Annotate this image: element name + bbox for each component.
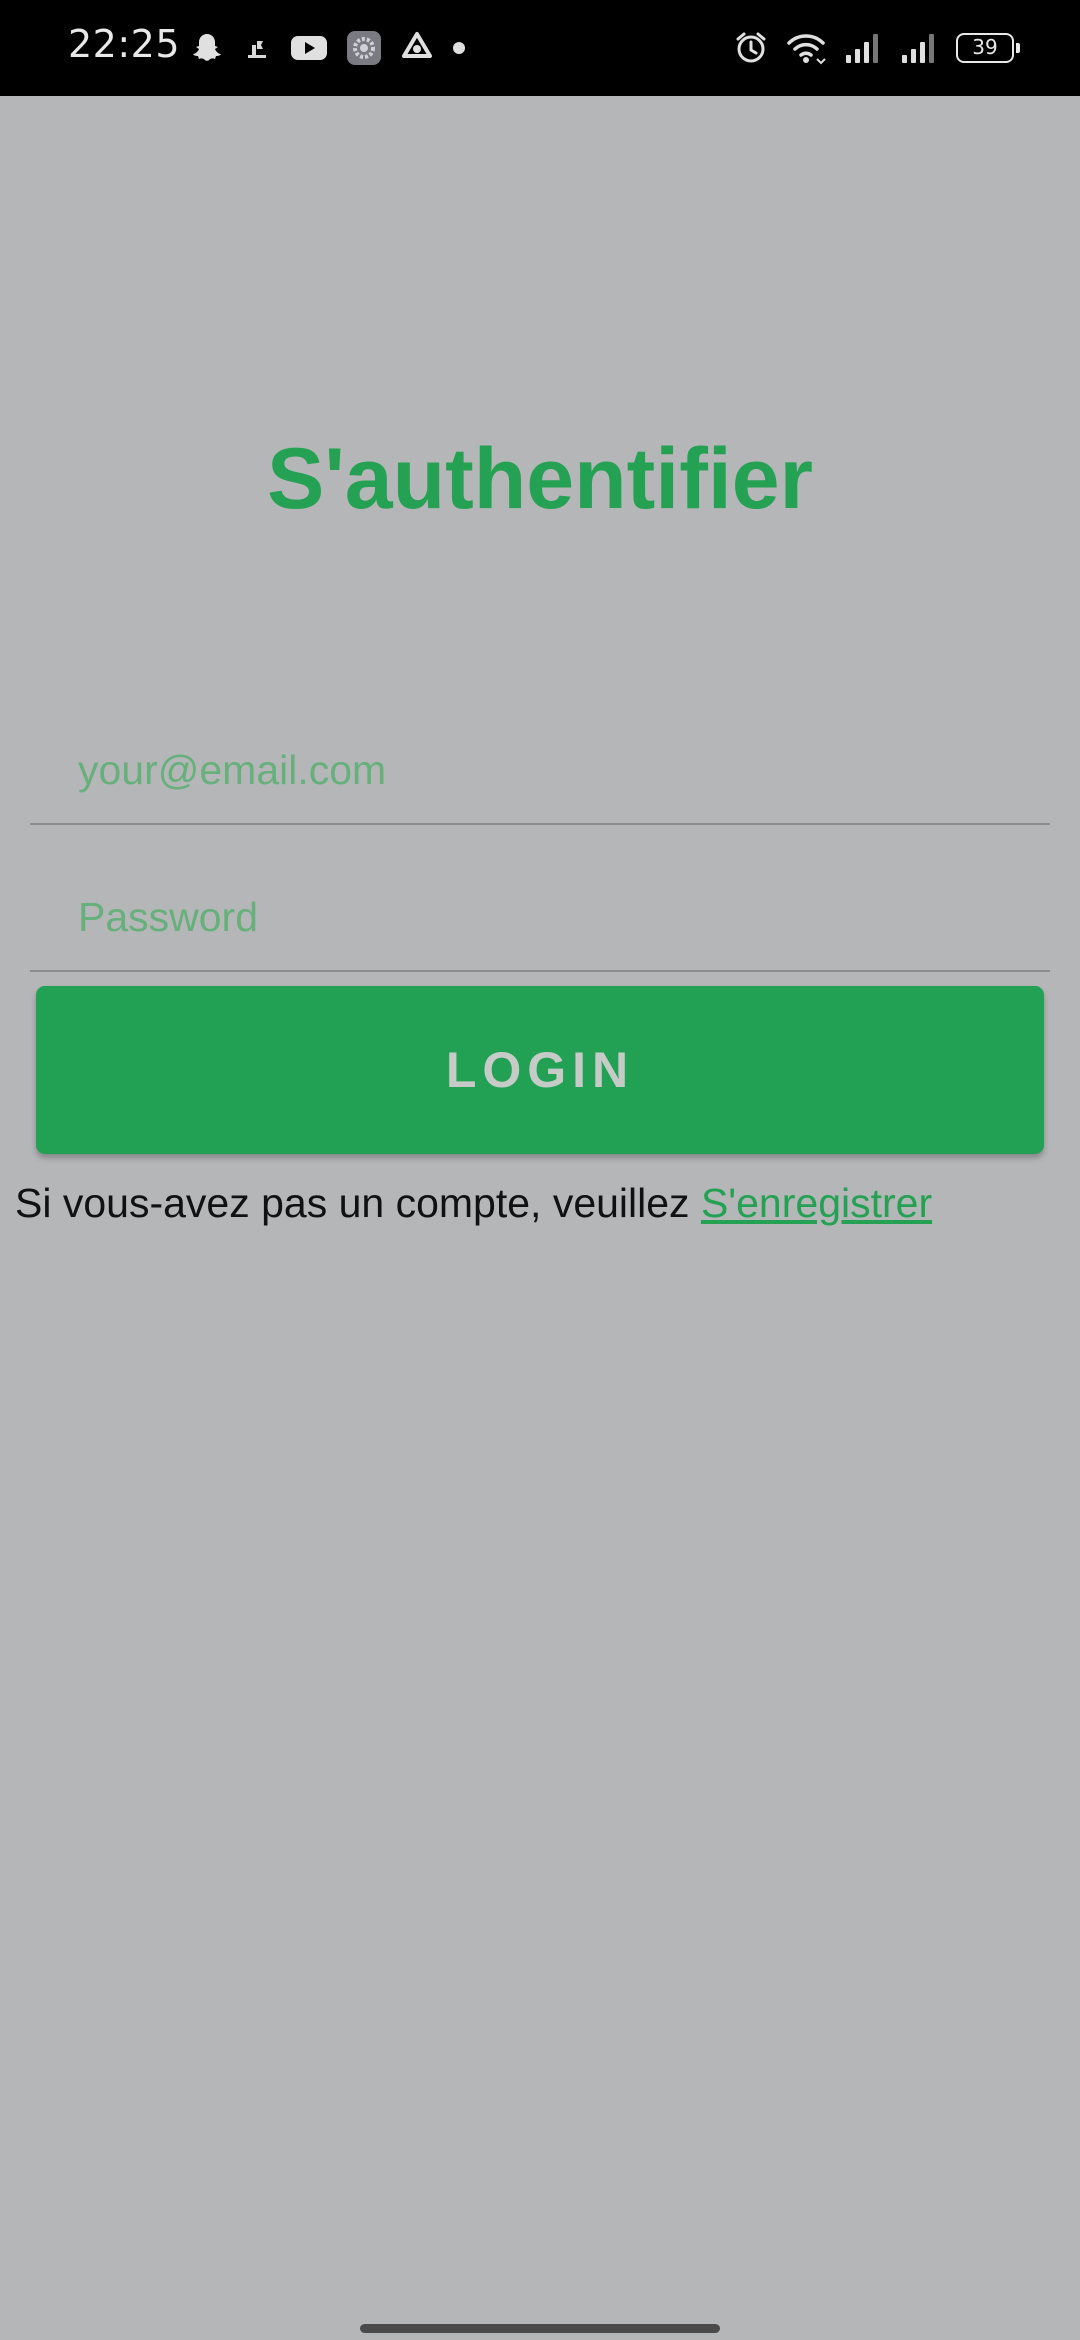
signal-icon (902, 34, 934, 63)
status-icons-left (190, 28, 466, 68)
youtube-icon (291, 36, 327, 60)
password-field-container (30, 852, 1050, 972)
notification-icon (248, 41, 266, 58)
password-field[interactable] (78, 882, 1018, 952)
home-indicator[interactable] (360, 2324, 720, 2333)
wifi-icon (787, 34, 826, 65)
status-time: 22:25 (68, 22, 181, 66)
recycle-icon (402, 32, 432, 58)
signal-icon (846, 34, 878, 63)
register-prompt-text: Si vous-avez pas un compte, veuillez (15, 1180, 701, 1226)
login-button[interactable]: LOGIN (36, 986, 1044, 1154)
snapchat-icon (193, 34, 221, 61)
email-field[interactable] (78, 735, 1018, 805)
email-field-container (30, 705, 1050, 825)
battery-icon: 39 (956, 33, 1020, 63)
status-icons-right: 39 (734, 28, 1020, 68)
dot-icon (453, 42, 465, 54)
register-link[interactable]: S'enregistrer (701, 1180, 932, 1226)
page-title: S'authentifier (266, 431, 814, 527)
register-prompt: Si vous-avez pas un compte, veuillez S'e… (15, 1180, 932, 1227)
settings-app-icon (347, 31, 381, 65)
alarm-icon (736, 32, 766, 63)
status-bar: 22:25 39 (0, 0, 1080, 96)
